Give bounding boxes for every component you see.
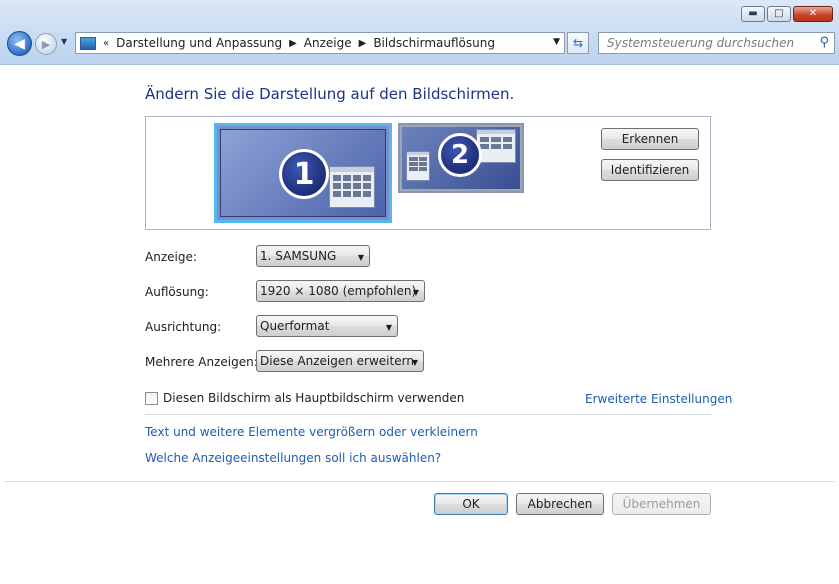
display-value: 1. SAMSUNG: [260, 249, 337, 263]
primary-display-label[interactable]: Diesen Bildschirm als Hauptbildschirm ve…: [163, 391, 464, 405]
close-button[interactable]: ✕: [793, 6, 833, 22]
monitor-1[interactable]: 1: [214, 123, 392, 223]
orientation-label: Ausrichtung:: [145, 320, 222, 334]
arrow-left-icon: ◀: [14, 35, 25, 52]
multiple-displays-select[interactable]: Diese Anzeigen erweitern ▼: [256, 350, 424, 372]
multiple-displays-label: Mehrere Anzeigen:: [145, 355, 258, 369]
monitor-2[interactable]: 2: [398, 123, 524, 193]
text-size-link[interactable]: Text und weitere Elemente vergrößern ode…: [145, 425, 478, 439]
multiple-displays-value: Diese Anzeigen erweitern: [260, 354, 414, 368]
breadcrumb-arrow-icon[interactable]: ▶: [289, 38, 297, 49]
control-panel-icon: [80, 36, 96, 50]
window-controls: ▬ □ ✕: [741, 6, 833, 22]
window-thumbnail-icon: [406, 151, 430, 181]
window-thumbnail-icon: [476, 129, 516, 163]
apply-button[interactable]: Übernehmen: [612, 493, 711, 515]
window-chrome: ▬ □ ✕ ◀ ▶ ▼ « Darstellung und Anpassung …: [0, 0, 839, 65]
minimize-button[interactable]: ▬: [741, 6, 765, 22]
breadcrumb-display[interactable]: Anzeige: [304, 36, 352, 50]
window-thumbnail-icon: [329, 166, 375, 208]
arrow-right-icon: ▶: [41, 37, 51, 51]
resolution-select[interactable]: 1920 × 1080 (empfohlen) ▼: [256, 280, 425, 302]
orientation-value: Querformat: [260, 319, 330, 333]
chevron-down-icon: ▼: [411, 358, 418, 367]
refresh-icon: ⇆: [572, 36, 584, 50]
display-help-link[interactable]: Welche Anzeigeeinstellungen soll ich aus…: [145, 451, 441, 465]
resolution-value: 1920 × 1080 (empfohlen): [260, 284, 417, 298]
display-label: Anzeige:: [145, 250, 197, 264]
display-select[interactable]: 1. SAMSUNG ▼: [256, 245, 370, 267]
divider: [145, 414, 711, 415]
search-input[interactable]: [599, 33, 817, 53]
address-bar[interactable]: « Darstellung und Anpassung ▶ Anzeige ▶ …: [75, 32, 565, 54]
chevron-down-icon: ▼: [412, 288, 419, 297]
detect-button[interactable]: Erkennen: [601, 128, 699, 150]
monitor-preview: 1 2 Erkennen Identifizieren: [145, 116, 711, 230]
monitor-number-badge: 2: [438, 133, 482, 177]
address-dropdown-icon[interactable]: ▼: [553, 37, 560, 47]
search-icon[interactable]: ⚲: [819, 35, 829, 50]
recent-pages-dropdown-icon[interactable]: ▼: [61, 37, 67, 46]
breadcrumb-appearance[interactable]: Darstellung und Anpassung: [116, 36, 282, 50]
advanced-settings-link[interactable]: Erweiterte Einstellungen: [585, 392, 732, 406]
back-button[interactable]: ◀: [7, 31, 32, 56]
maximize-button[interactable]: □: [767, 6, 791, 22]
monitor-number-badge: 1: [279, 149, 329, 199]
forward-button[interactable]: ▶: [35, 33, 57, 55]
refresh-button[interactable]: ⇆: [567, 32, 589, 54]
cancel-button[interactable]: Abbrechen: [516, 493, 604, 515]
chevron-down-icon: ▼: [357, 253, 364, 262]
breadcrumb-resolution[interactable]: Bildschirmauflösung: [373, 36, 495, 50]
identify-button[interactable]: Identifizieren: [601, 159, 699, 181]
page-title: Ändern Sie die Darstellung auf den Bilds…: [145, 85, 515, 103]
primary-display-checkbox[interactable]: [145, 391, 158, 405]
breadcrumb-overflow[interactable]: «: [103, 38, 109, 49]
divider: [4, 481, 835, 482]
chevron-down-icon: ▼: [385, 323, 392, 332]
resolution-label: Auflösung:: [145, 285, 209, 299]
primary-display-option[interactable]: Diesen Bildschirm als Hauptbildschirm ve…: [145, 391, 464, 405]
orientation-select[interactable]: Querformat ▼: [256, 315, 398, 337]
breadcrumb-arrow-icon[interactable]: ▶: [359, 38, 367, 49]
ok-button[interactable]: OK: [434, 493, 508, 515]
search-box[interactable]: ⚲: [598, 32, 835, 54]
